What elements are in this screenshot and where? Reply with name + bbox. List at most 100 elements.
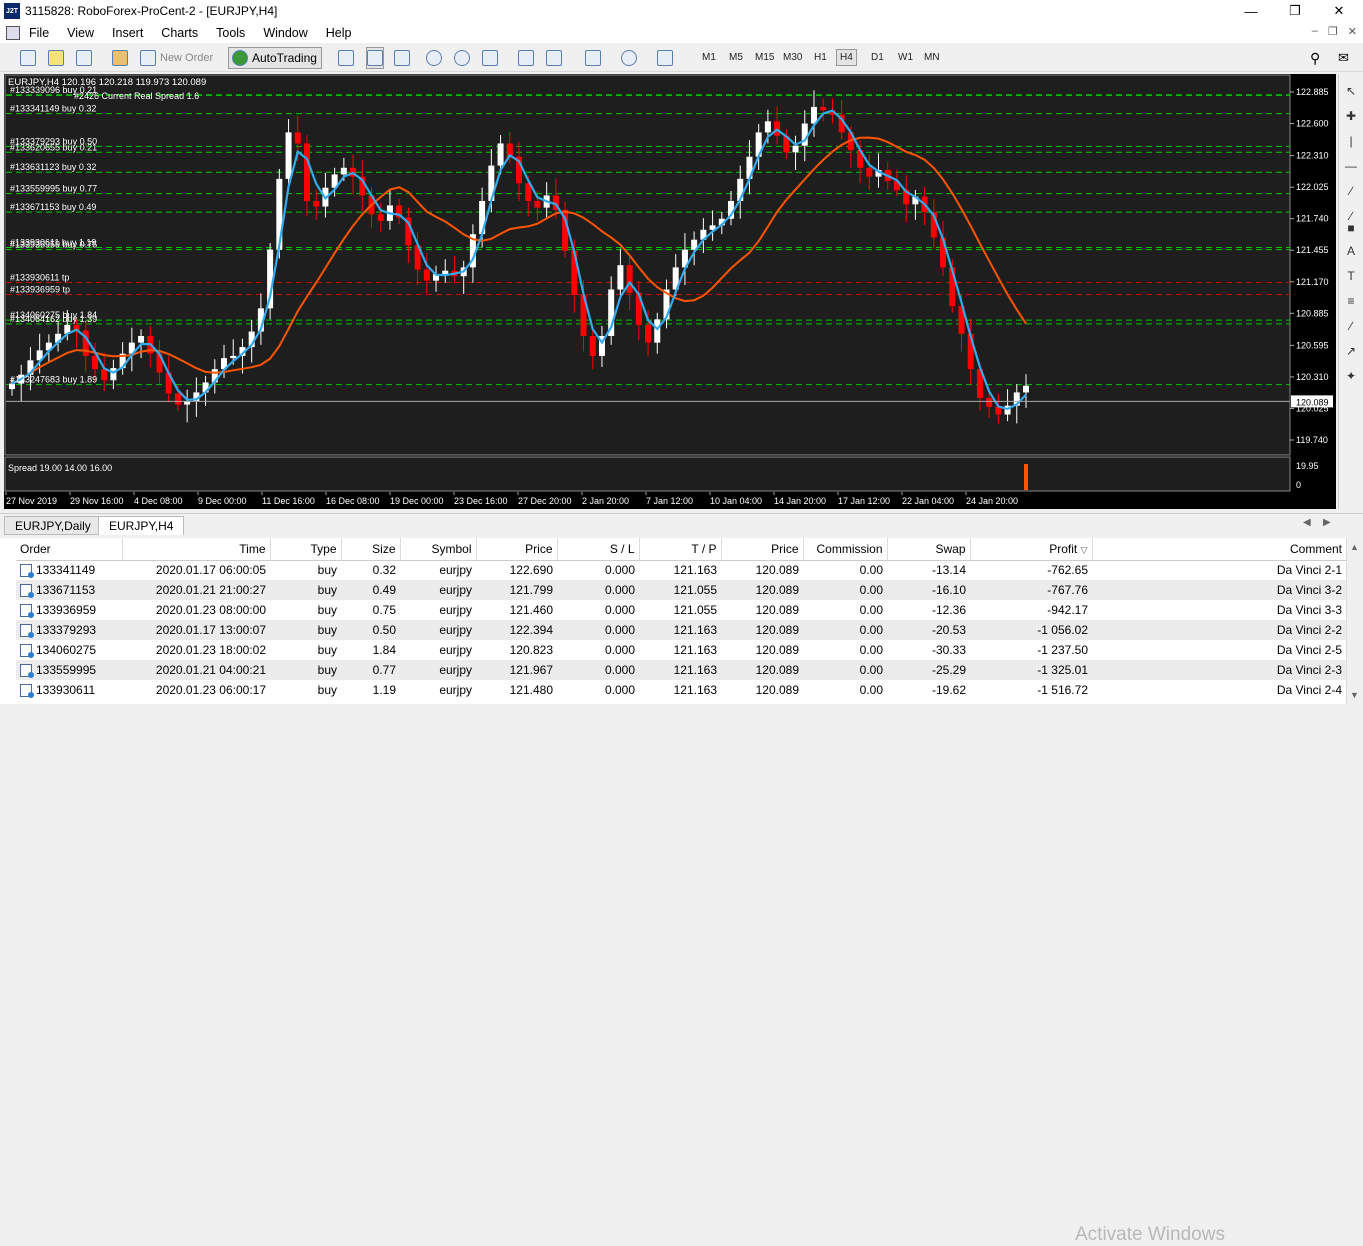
table-row[interactable]: 133559995 2020.01.21 04:00:21 buy 0.77 eurjp… <box>16 660 1346 680</box>
col-sl[interactable]: S / L <box>557 538 640 561</box>
timeframe-mn[interactable]: MN <box>924 52 940 63</box>
col-size[interactable]: Size <box>341 538 401 561</box>
order-buy-icon <box>20 584 34 599</box>
timeframe-w1[interactable]: W1 <box>898 52 913 63</box>
col-symbol[interactable]: Symbol <box>400 538 477 561</box>
col-comment[interactable]: Comment <box>1092 538 1346 561</box>
gann-icon[interactable]: ∕ <box>1344 319 1358 333</box>
new-order-icon <box>140 50 156 66</box>
table-row[interactable]: 133671153 2020.01.21 21:00:27 buy 0.49 eurjp… <box>16 580 1346 600</box>
new-chart-button[interactable] <box>20 47 36 69</box>
timeframe-m15[interactable]: M15 <box>755 52 774 63</box>
col-profit[interactable]: Profit ▽ <box>970 538 1093 561</box>
profiles-button[interactable] <box>48 47 64 69</box>
menu-window[interactable]: Window <box>254 26 316 40</box>
sort-desc-icon: ▽ <box>1080 544 1088 555</box>
candlestick-icon <box>367 50 383 66</box>
new-order-button[interactable]: New Order <box>140 47 222 69</box>
zoom-out-button[interactable] <box>454 47 470 69</box>
order-profit: -1 516.72 <box>1037 683 1088 697</box>
horizontal-line-icon[interactable]: — <box>1344 159 1358 173</box>
col-tp[interactable]: T / P <box>639 538 722 561</box>
arrows-icon[interactable]: ↗ <box>1344 344 1358 358</box>
col-swap[interactable]: Swap <box>887 538 971 561</box>
minimize-button[interactable]: — <box>1228 0 1274 22</box>
col-time[interactable]: Time <box>122 538 271 561</box>
search-button[interactable]: ⚲ <box>1310 47 1320 69</box>
timeframe-d1[interactable]: D1 <box>871 52 884 63</box>
price-axis-label: 122.025 <box>1296 182 1329 192</box>
maximize-button[interactable]: ❐ <box>1272 0 1318 22</box>
scroll-down-icon[interactable]: ▼ <box>1350 690 1359 700</box>
table-row[interactable]: 133341149 2020.01.17 06:00:05 buy 0.32 eurjp… <box>16 560 1346 580</box>
bar-chart-button[interactable] <box>338 47 354 69</box>
zoom-in-button[interactable] <box>426 47 442 69</box>
timeframe-m5[interactable]: M5 <box>729 52 743 63</box>
col-order[interactable]: Order <box>16 538 123 561</box>
price-axis-label: 121.740 <box>1296 214 1329 224</box>
shapes-icon[interactable]: ✦ <box>1344 369 1358 383</box>
auto-scroll-button[interactable] <box>518 47 534 69</box>
order-swap: -30.33 <box>931 643 966 657</box>
mdi-close-icon[interactable]: ✕ <box>1348 25 1357 38</box>
menu-insert[interactable]: Insert <box>103 26 152 40</box>
cursor-icon[interactable]: ↖ <box>1344 84 1358 98</box>
tile-windows-button[interactable] <box>482 47 498 69</box>
table-row[interactable]: 133930611 2020.01.23 06:00:17 buy 1.19 eurjp… <box>16 680 1346 700</box>
mdi-minimize-icon[interactable]: – <box>1312 25 1318 38</box>
timeframe-m1[interactable]: M1 <box>702 52 716 63</box>
order-symbol: eurjpy <box>439 643 472 657</box>
chart-window[interactable]: #133339096 buy 0.21 #133341149 buy 0.32 #1… <box>4 74 1336 509</box>
col-current-price[interactable]: Price <box>721 538 804 561</box>
navigator-button[interactable] <box>112 47 128 69</box>
vertical-line-icon[interactable]: | <box>1344 134 1358 148</box>
table-row[interactable]: 134060275 2020.01.23 18:00:02 buy 1.84 eurjp… <box>16 640 1346 660</box>
tabs-scroll-left-icon[interactable]: ◀ <box>1303 517 1311 528</box>
order-commission: 0.00 <box>803 580 887 600</box>
chat-button[interactable]: ✉ <box>1338 47 1349 69</box>
order-tp: 121.055 <box>673 603 717 617</box>
tab-eurjpy-h4[interactable]: EURJPY,H4 <box>98 516 185 535</box>
menu-tools[interactable]: Tools <box>207 26 254 40</box>
menu-charts[interactable]: Charts <box>152 26 207 40</box>
chart-shift-button[interactable] <box>546 47 562 69</box>
table-row[interactable]: 133379293 2020.01.17 13:00:07 buy 0.50 eurjp… <box>16 620 1346 640</box>
activation-watermark: Activate Windows <box>1075 1224 1225 1245</box>
candlestick-button[interactable] <box>366 47 384 69</box>
table-row[interactable]: 133936959 2020.01.23 08:00:00 buy 0.75 eurjp… <box>16 600 1346 620</box>
tabs-scroll-right-icon[interactable]: ▶ <box>1323 517 1331 528</box>
timeframe-h1[interactable]: H1 <box>814 52 827 63</box>
close-button[interactable]: ✕ <box>1316 0 1362 22</box>
market-watch-button[interactable] <box>76 47 92 69</box>
autotrading-button[interactable]: AutoTrading <box>228 47 322 69</box>
search-icon: ⚲ <box>1310 49 1321 66</box>
label-icon[interactable]: T <box>1344 269 1358 283</box>
templates-button[interactable] <box>652 47 678 69</box>
time-axis-label: 22 Jan 04:00 <box>902 496 954 506</box>
menu-help[interactable]: Help <box>317 26 361 40</box>
menu-view[interactable]: View <box>58 26 103 40</box>
timeframe-m30[interactable]: M30 <box>783 52 802 63</box>
tab-eurjpy-daily[interactable]: EURJPY,Daily <box>4 516 102 535</box>
fibonacci-icon[interactable]: ≡ <box>1344 294 1358 308</box>
text-icon[interactable]: A <box>1344 244 1358 258</box>
crosshair-icon[interactable]: ✚ <box>1344 109 1358 123</box>
order-comment: Da Vinci 3-3 <box>1276 603 1342 617</box>
mdi-restore-icon[interactable]: ❐ <box>1328 25 1338 38</box>
menu-file[interactable]: File <box>20 26 58 40</box>
trendline-icon[interactable]: ∕ <box>1344 184 1358 198</box>
periods-button[interactable] <box>616 47 642 69</box>
order-label: #134064162 buy 1.39 <box>10 314 97 324</box>
rectangle-icon[interactable]: ■ <box>1344 221 1358 235</box>
scroll-up-icon[interactable]: ▲ <box>1350 542 1359 552</box>
price-chart[interactable]: #133339096 buy 0.21#133341149 buy 0.32#1… <box>4 74 1336 509</box>
time-axis-label: 9 Dec 00:00 <box>198 496 247 506</box>
col-type[interactable]: Type <box>270 538 342 561</box>
line-chart-button[interactable] <box>394 47 410 69</box>
timeframe-h4[interactable]: H4 <box>836 49 857 66</box>
orders-scrollbar[interactable]: ▲ ▼ <box>1346 538 1363 704</box>
col-price[interactable]: Price <box>476 538 558 561</box>
col-commission[interactable]: Commission <box>803 538 888 561</box>
order-label: #133620655 buy 0.21 <box>10 142 97 152</box>
indicators-button[interactable] <box>580 47 606 69</box>
